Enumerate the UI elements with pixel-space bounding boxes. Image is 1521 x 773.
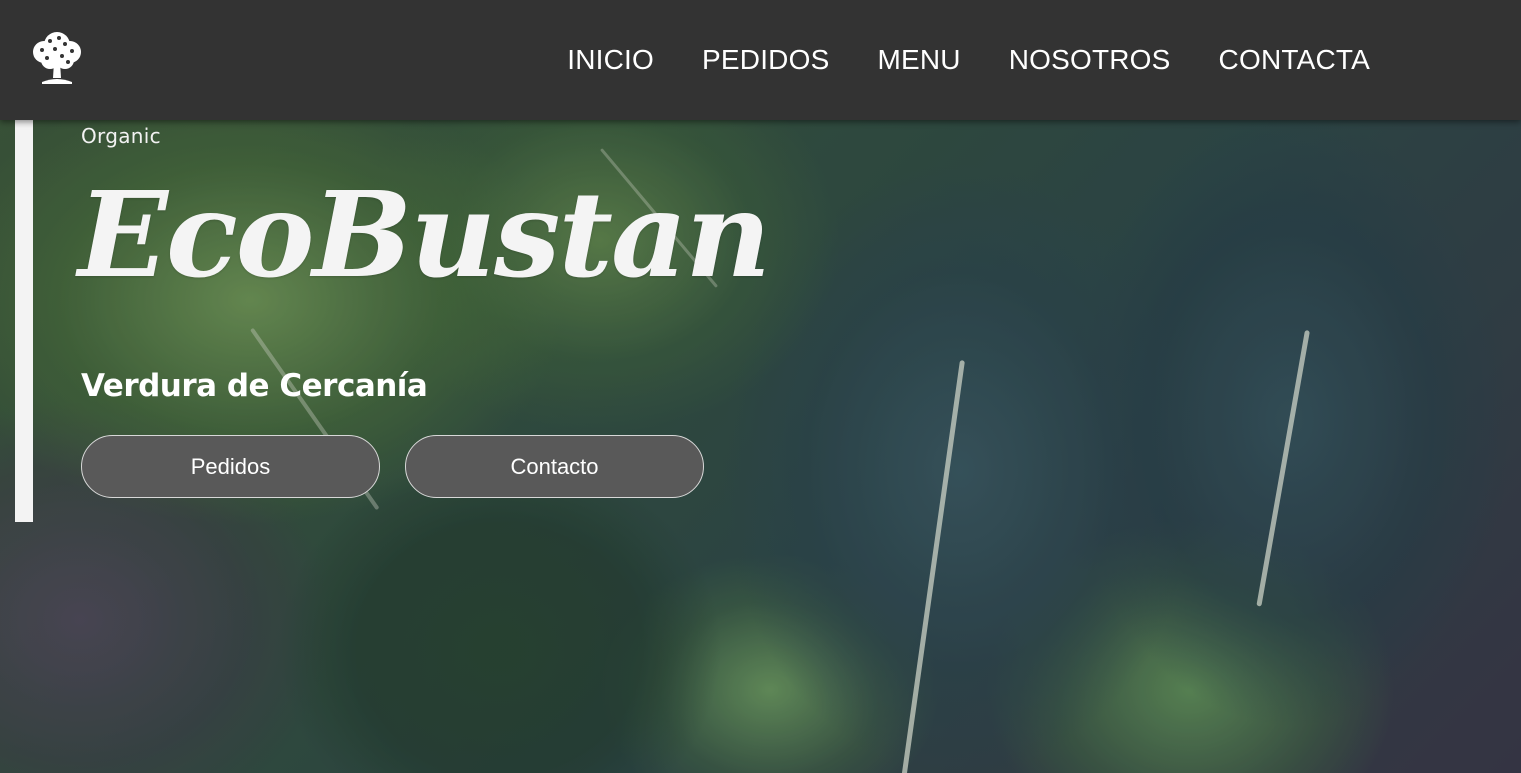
hero-accent-bar xyxy=(15,120,33,522)
pedidos-button[interactable]: Pedidos xyxy=(81,435,380,498)
contacto-button[interactable]: Contacto xyxy=(405,435,704,498)
tree-icon[interactable] xyxy=(28,28,86,86)
page: INICIO PEDIDOS MENU NOSOTROS CONTACTA Or… xyxy=(0,0,1521,773)
nav-link-menu[interactable]: MENU xyxy=(877,44,960,75)
brand-title: EcoBustan xyxy=(78,165,771,304)
hero-eyebrow: Organic xyxy=(81,124,161,148)
nav-link-contacta[interactable]: CONTACTA xyxy=(1219,44,1370,75)
top-navbar: INICIO PEDIDOS MENU NOSOTROS CONTACTA xyxy=(0,0,1521,120)
main-nav: INICIO PEDIDOS MENU NOSOTROS CONTACTA xyxy=(567,0,1370,120)
nav-link-nosotros[interactable]: NOSOTROS xyxy=(1009,44,1171,75)
nav-link-pedidos[interactable]: PEDIDOS xyxy=(702,44,829,75)
hero-cta-group: Pedidos Contacto xyxy=(81,435,704,498)
hero-tagline: Verdura de Cercanía xyxy=(81,368,428,404)
nav-link-inicio[interactable]: INICIO xyxy=(567,44,654,75)
